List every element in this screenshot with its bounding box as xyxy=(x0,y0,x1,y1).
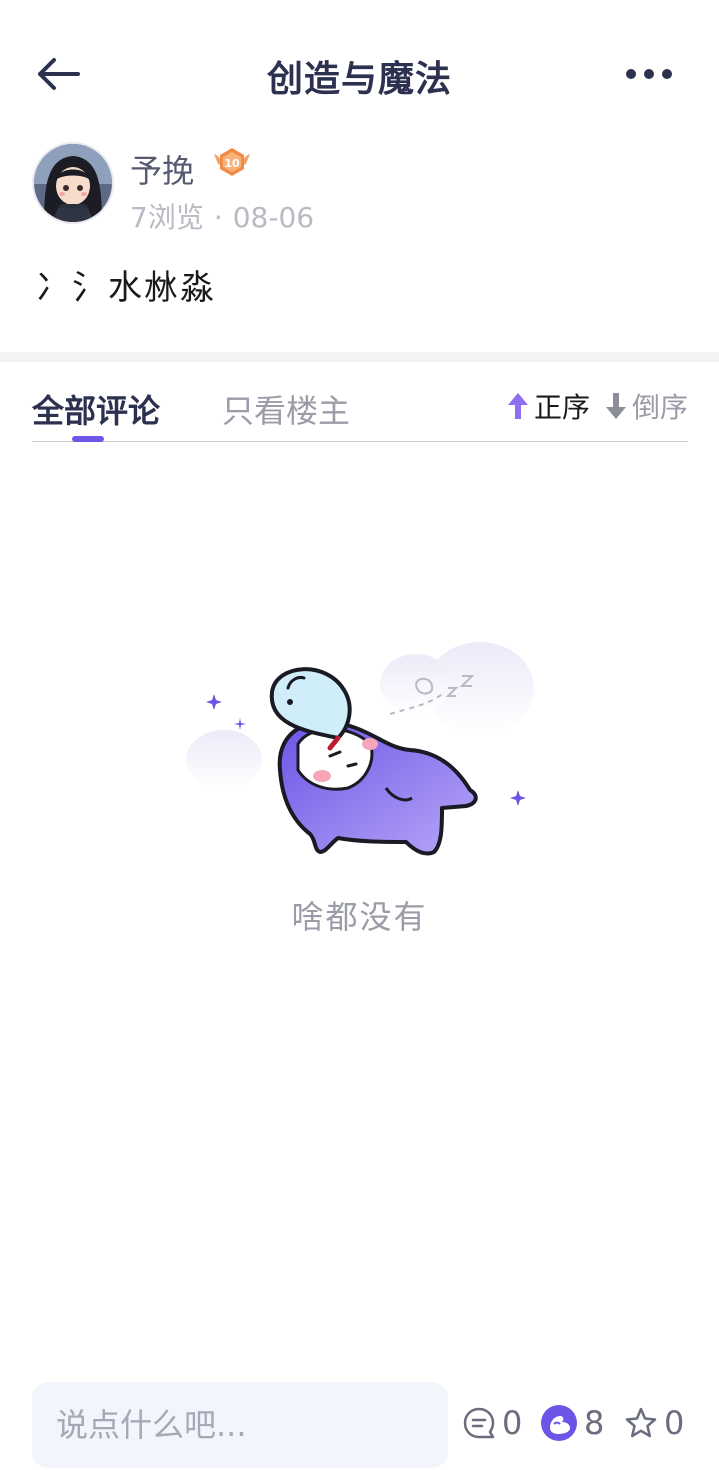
comment-button[interactable]: 0 xyxy=(462,1404,522,1442)
bottom-action-bar: 0 8 0 xyxy=(0,1378,719,1470)
sort-descending-button[interactable]: 倒序 xyxy=(604,386,688,426)
sort-ascending-label: 正序 xyxy=(533,391,590,424)
empty-state: 啥都没有 xyxy=(0,630,719,950)
page-title: 创造与魔法 xyxy=(266,59,452,100)
post-date: 08-06 xyxy=(232,201,315,234)
author-name[interactable]: 予挽 xyxy=(130,146,194,192)
more-horizontal-icon xyxy=(626,69,672,79)
comment-input[interactable] xyxy=(32,1382,448,1468)
post-content: 冫氵水沝淼 xyxy=(36,268,216,308)
tab-owner-only[interactable]: 只看楼主 xyxy=(222,386,350,432)
favorite-count: 0 xyxy=(664,1404,685,1442)
level-number: 10 xyxy=(224,157,240,170)
level-badge-icon: 10 xyxy=(214,148,250,176)
arrow-down-icon xyxy=(605,393,626,419)
tab-all-comments[interactable]: 全部评论 xyxy=(32,386,160,432)
more-button[interactable] xyxy=(625,62,679,86)
active-tab-indicator xyxy=(72,436,104,442)
top-nav-bar: 创造与魔法 xyxy=(0,0,719,150)
like-count: 8 xyxy=(584,1404,605,1442)
sort-descending-label: 倒序 xyxy=(631,391,688,424)
level-badge: 10 xyxy=(210,144,254,184)
sort-toggle: 正序 倒序 xyxy=(506,386,688,426)
section-divider xyxy=(0,352,719,362)
meta-separator: · xyxy=(213,201,223,234)
like-button[interactable]: 8 xyxy=(540,1404,604,1442)
sleeping-mascot-illustration xyxy=(186,642,534,856)
empty-state-text: 啥都没有 xyxy=(291,898,428,936)
comment-tabs: 全部评论 只看楼主 正序 倒序 xyxy=(32,386,688,442)
star-icon xyxy=(625,1407,657,1438)
avatar[interactable] xyxy=(32,142,114,224)
avatar-image xyxy=(34,144,112,222)
author-info: 予挽 10 7浏览 · 08-06 xyxy=(32,140,632,234)
sort-ascending-button[interactable]: 正序 xyxy=(506,386,590,426)
post-meta: 7浏览 · 08-06 xyxy=(130,196,314,236)
view-count: 7浏览 xyxy=(130,201,204,234)
like-icon xyxy=(541,1405,577,1441)
comment-icon xyxy=(463,1407,495,1439)
arrow-up-icon xyxy=(507,393,528,419)
favorite-button[interactable]: 0 xyxy=(624,1404,684,1442)
comment-count: 0 xyxy=(502,1404,523,1442)
